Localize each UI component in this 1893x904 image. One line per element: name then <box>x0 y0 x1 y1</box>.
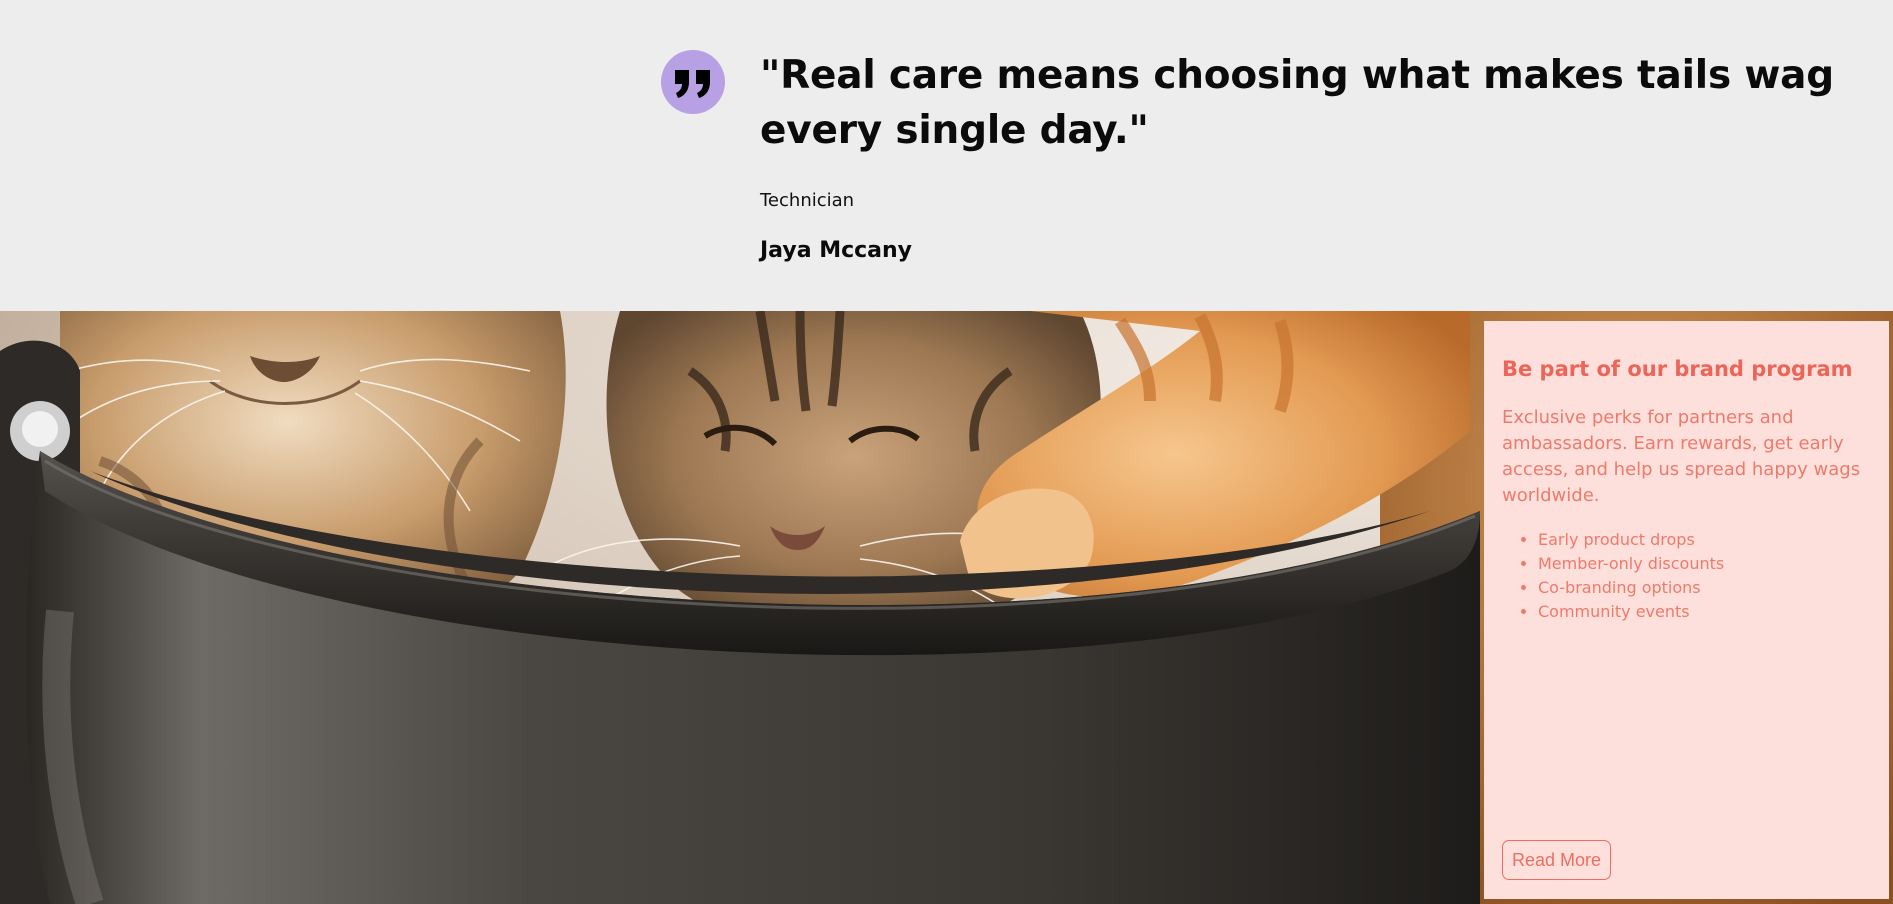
brand-program-title: Be part of our brand program <box>1502 357 1853 381</box>
list-item: Member-only discounts <box>1538 552 1724 576</box>
quote-mark-icon <box>661 50 725 114</box>
brand-program-card: Be part of our brand program Exclusive p… <box>1484 321 1889 899</box>
testimonial-section: "Real care means choosing what makes tai… <box>0 0 1893 311</box>
list-item: Co-branding options <box>1538 576 1724 600</box>
list-item: Early product drops <box>1538 528 1724 552</box>
testimonial-quote: "Real care means choosing what makes tai… <box>760 53 1835 153</box>
testimonial-author: Jaya Mccany <box>760 238 913 263</box>
testimonial-role: Technician <box>760 190 855 211</box>
perks-list: Early product drops Member-only discount… <box>1502 528 1724 624</box>
list-item: Community events <box>1538 600 1724 624</box>
read-more-button[interactable]: Read More <box>1502 840 1612 880</box>
brand-program-description: Exclusive perks for partners and ambassa… <box>1502 407 1861 506</box>
